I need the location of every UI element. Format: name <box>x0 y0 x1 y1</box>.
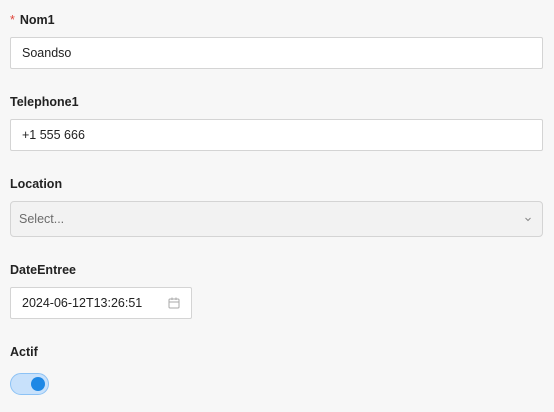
nom-label-text: Nom1 <box>19 13 55 27</box>
calendar-icon[interactable] <box>168 297 180 309</box>
telephone-input-value: +1 555 666 <box>22 128 85 142</box>
date-label: DateEntree <box>10 263 76 277</box>
location-select[interactable]: Select... <box>10 201 543 237</box>
nom-label: * Nom1 <box>10 12 55 28</box>
actif-toggle[interactable] <box>10 373 49 395</box>
actif-label: Actif <box>10 345 38 359</box>
telephone-input[interactable]: +1 555 666 <box>10 119 543 151</box>
location-select-placeholder: Select... <box>19 212 65 226</box>
required-indicator: * <box>10 13 15 27</box>
nom-input[interactable]: Soandso <box>10 37 543 69</box>
toggle-knob <box>31 377 45 391</box>
location-label: Location <box>10 177 63 191</box>
date-input-value: 2024-06-12T13:26:51 <box>22 296 143 310</box>
chevron-down-icon <box>524 215 532 223</box>
telephone-label: Telephone1 <box>10 95 79 109</box>
nom-input-value: Soandso <box>22 46 72 60</box>
date-input[interactable]: 2024-06-12T13:26:51 <box>10 287 192 319</box>
